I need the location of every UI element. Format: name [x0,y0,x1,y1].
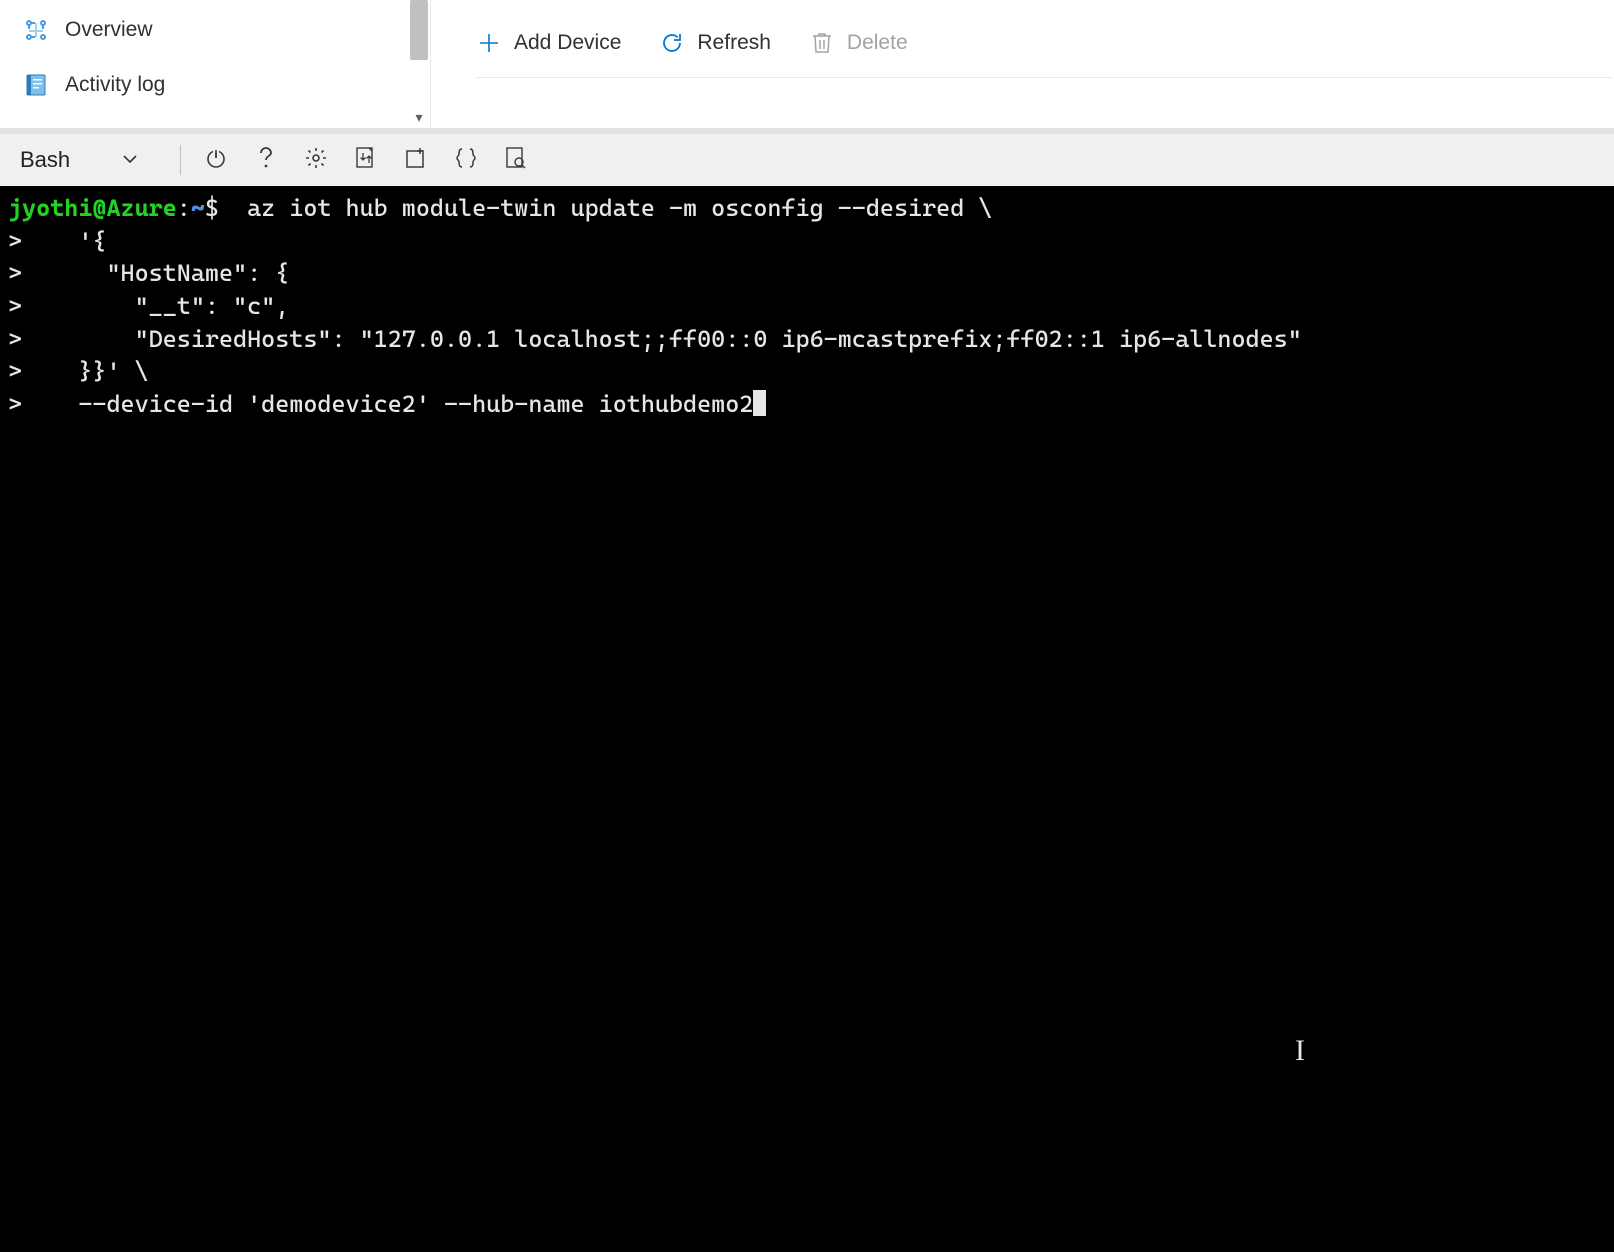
web-preview-button[interactable] [493,140,539,180]
sidebar-nav: Overview Activity log ▴ ▾ [0,0,430,128]
shell-selector-label: Bash [20,147,70,173]
new-file-icon [405,147,427,174]
braces-icon [454,147,478,174]
sidebar-item-overview[interactable]: Overview [0,2,430,57]
plus-icon [476,30,502,56]
overview-icon [25,19,47,41]
refresh-label: Refresh [697,31,771,55]
restart-shell-button[interactable] [193,140,239,180]
refresh-icon [659,30,685,56]
cloud-shell-toolbar: Bash [0,134,1614,186]
add-device-label: Add Device [514,31,621,55]
sidebar-item-activity-log[interactable]: Activity log [0,57,430,112]
portal-top-region: Overview Activity log ▴ ▾ [0,0,1614,128]
sidebar-scrollbar[interactable]: ▴ ▾ [408,0,430,128]
terminal-cursor [753,390,766,416]
activity-log-icon [25,74,47,96]
power-icon [205,147,227,174]
add-device-button[interactable]: Add Device [476,30,621,56]
delete-label: Delete [847,31,908,55]
command-bar: Add Device Refresh Delete [476,26,1612,78]
upload-download-icon [355,146,377,175]
content-area: Add Device Refresh Delete [431,0,1614,128]
new-session-button[interactable] [393,140,439,180]
editor-button[interactable] [443,140,489,180]
refresh-button[interactable]: Refresh [659,30,771,56]
sidebar-item-label: Overview [65,18,153,42]
delete-button: Delete [809,30,908,56]
trash-icon [809,30,835,56]
preview-icon [505,146,527,175]
scroll-down-icon[interactable]: ▾ [408,106,430,128]
help-button[interactable] [243,140,289,180]
text-caret-icon: I [1295,1031,1305,1072]
cloud-shell-terminal[interactable]: jyothi@Azure:~$ az iot hub module-twin u… [0,186,1614,1252]
settings-button[interactable] [293,140,339,180]
help-icon [256,147,276,174]
upload-download-button[interactable] [343,140,389,180]
toolbar-divider [180,145,181,175]
scroll-thumb[interactable] [410,0,428,60]
shell-selector[interactable]: Bash [8,140,168,180]
sidebar-item-label: Activity log [65,73,165,97]
chevron-down-icon [122,147,138,173]
gear-icon [305,147,327,174]
